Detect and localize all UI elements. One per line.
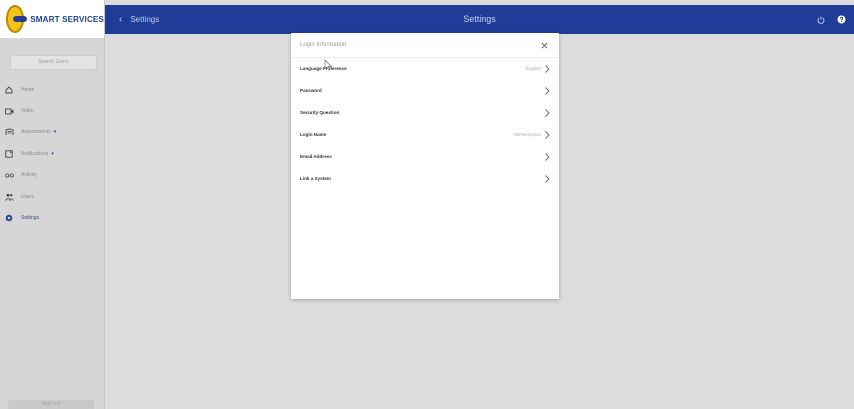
sidebar-nav: Home Video Assessments ▾ Notifications ▾: [0, 79, 104, 229]
row-security-question[interactable]: Security Question: [291, 102, 559, 124]
brand-name: SMART SERVICES: [30, 14, 104, 24]
row-value: English: [525, 66, 541, 71]
row-value: ARRecepcion: [512, 132, 541, 137]
row-login-name[interactable]: Login Name ARRecepcion: [291, 124, 559, 146]
chevron-left-icon: ‹: [119, 14, 123, 25]
search-users-input[interactable]: Search Users: [10, 55, 97, 70]
chevron-down-icon: ▾: [51, 150, 54, 157]
sidebar-item-video[interactable]: Video: [0, 100, 104, 121]
sidebar-item-users[interactable]: Users: [0, 186, 104, 207]
sidebar-item-label: Activity: [21, 172, 37, 179]
row-link-a-system[interactable]: Link a System: [291, 168, 559, 190]
back-button[interactable]: ‹ Settings: [119, 5, 159, 34]
sidebar-item-label: Home: [21, 86, 35, 93]
row-password[interactable]: Password: [291, 80, 559, 102]
top-bar-actions: [810, 5, 850, 34]
activity-icon: [3, 172, 15, 179]
notifications-icon: [3, 150, 15, 158]
brand-header[interactable]: SMART SERVICES: [0, 0, 104, 38]
top-bar: ‹ Settings Settings: [105, 5, 854, 34]
sidebar-item-settings[interactable]: Settings: [0, 207, 104, 228]
power-button[interactable]: [812, 11, 830, 29]
page-title: Settings: [463, 14, 496, 24]
sidebar-item-label: Settings: [21, 215, 40, 222]
sidebar-item-label: Assessments: [21, 129, 51, 136]
video-icon: [3, 108, 15, 115]
mouse-cursor-icon: [324, 59, 332, 71]
chevron-right-icon: [545, 131, 550, 139]
row-label: Link a System: [300, 176, 331, 181]
chevron-right-icon: [545, 153, 550, 161]
login-information-dialog: Login Information Language Preference En…: [291, 33, 559, 299]
row-email-address[interactable]: Email Address: [291, 146, 559, 168]
sidebar-item-label: Notifications: [21, 150, 49, 157]
chevron-right-icon: [545, 65, 550, 73]
sidebar-item-label: Video: [21, 108, 34, 115]
row-label: Password: [300, 88, 322, 93]
dialog-header: Login Information: [291, 33, 559, 58]
chevron-right-icon: [545, 109, 550, 117]
chevron-down-icon: ▾: [53, 129, 57, 136]
help-button[interactable]: [832, 11, 850, 29]
users-icon: [3, 193, 15, 201]
home-icon: [3, 86, 15, 94]
chevron-right-icon: [545, 87, 550, 95]
sidebar-item-home[interactable]: Home: [0, 79, 104, 100]
back-label: Settings: [130, 15, 160, 24]
settings-icon: [3, 214, 15, 222]
brand-logo-icon: [6, 5, 28, 33]
sidebar-item-label: Users: [21, 193, 35, 200]
chevron-right-icon: [545, 175, 550, 183]
power-icon: [817, 11, 825, 29]
close-button[interactable]: [535, 36, 553, 54]
assessments-icon: [3, 128, 15, 136]
sidebar-item-notifications[interactable]: Notifications ▾: [0, 143, 104, 164]
close-icon: [540, 36, 548, 54]
row-label: Email Address: [300, 154, 332, 159]
dialog-title: Login Information: [300, 42, 347, 48]
help-icon: [837, 11, 846, 29]
sidebar-item-activity[interactable]: Activity: [0, 165, 104, 186]
sidebar: SMART SERVICES Search Users Home Video A…: [0, 0, 105, 409]
row-label: Security Question: [300, 110, 340, 115]
sidebar-item-assessments[interactable]: Assessments ▾: [0, 122, 104, 143]
sign-out-button[interactable]: Sign out: [8, 400, 94, 409]
row-label: Login Name: [300, 132, 327, 137]
